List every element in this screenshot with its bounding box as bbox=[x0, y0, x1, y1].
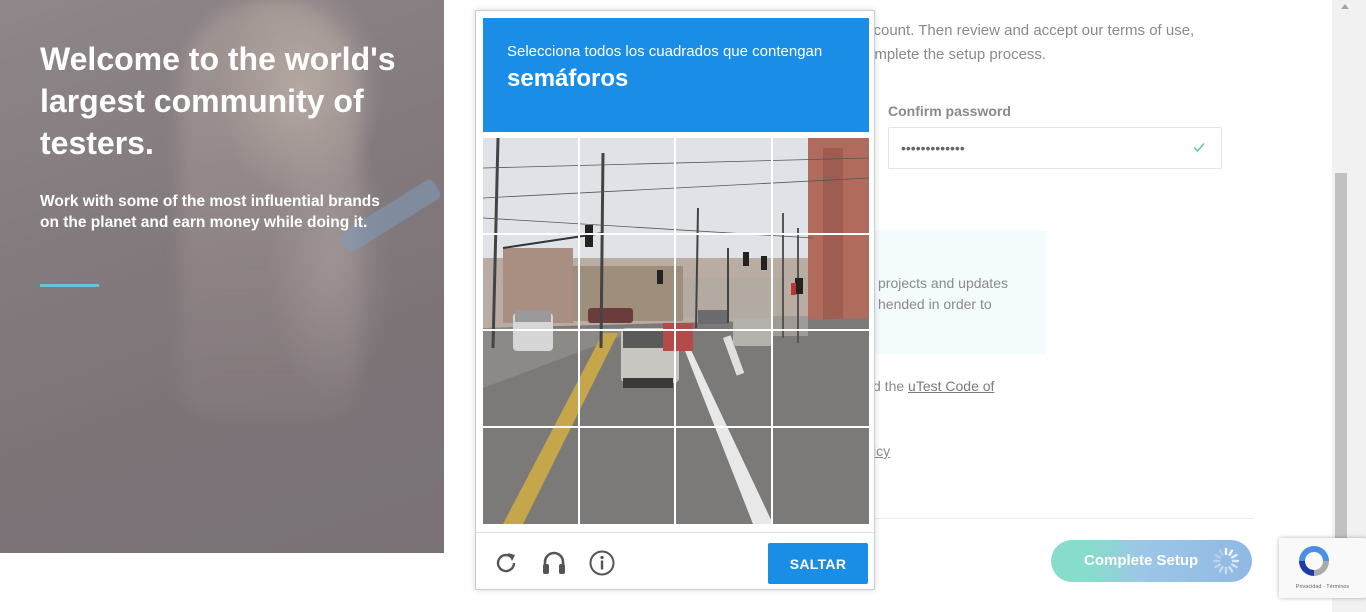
check-icon bbox=[1193, 143, 1205, 153]
captcha-tile[interactable] bbox=[772, 235, 869, 331]
recaptcha-logo-icon bbox=[1299, 546, 1329, 576]
form-intro-line: ccount. Then review and accept our terms… bbox=[866, 22, 1195, 39]
captcha-tile[interactable] bbox=[483, 427, 580, 524]
recaptcha-links[interactable]: Privacidad - Términos bbox=[1279, 584, 1366, 590]
code-prefix: d the bbox=[873, 378, 909, 394]
captcha-tile[interactable] bbox=[579, 138, 676, 235]
captcha-challenge: Selecciona todos los cuadrados que conte… bbox=[475, 10, 875, 590]
captcha-tile[interactable] bbox=[676, 138, 773, 235]
code-of-conduct-link[interactable]: uTest Code of bbox=[908, 378, 994, 394]
form-intro-line: omplete the setup process. bbox=[866, 46, 1047, 63]
form-intro-text: ccount. Then review and accept our terms… bbox=[866, 19, 1246, 67]
complete-setup-button[interactable]: Complete Setup bbox=[1051, 540, 1252, 582]
notice-line: projects and updates bbox=[878, 275, 1008, 291]
privacy-policy-link[interactable]: icy bbox=[873, 443, 890, 459]
recaptcha-badge[interactable]: Privacidad - Términos bbox=[1279, 538, 1366, 598]
confirm-password-value: ••••••••••••• bbox=[901, 140, 965, 156]
hero-accent-line bbox=[40, 284, 99, 287]
captcha-header: Selecciona todos los cuadrados que conte… bbox=[483, 18, 869, 132]
captcha-tile[interactable] bbox=[773, 428, 870, 525]
captcha-tile[interactable] bbox=[772, 331, 869, 428]
captcha-tile[interactable] bbox=[676, 331, 773, 428]
complete-setup-label: Complete Setup bbox=[1084, 552, 1199, 569]
skip-button[interactable]: SALTAR bbox=[768, 543, 868, 584]
captcha-target: semáforos bbox=[507, 65, 629, 92]
captcha-tile[interactable] bbox=[676, 427, 773, 524]
scrollbar-thumb[interactable] bbox=[1335, 173, 1347, 539]
info-icon[interactable] bbox=[588, 549, 616, 577]
captcha-tiles bbox=[483, 138, 869, 524]
captcha-tile[interactable] bbox=[579, 331, 676, 428]
audio-challenge-icon[interactable] bbox=[540, 549, 568, 577]
loading-spinner-icon bbox=[1212, 547, 1240, 575]
captcha-footer: SALTAR bbox=[476, 532, 874, 589]
notice-line: hended in order to bbox=[878, 296, 992, 312]
confirm-password-label: Confirm password bbox=[888, 103, 1011, 119]
captcha-tile[interactable] bbox=[676, 234, 773, 331]
code-of-conduct-text: d the uTest Code of bbox=[873, 378, 994, 394]
notice-text: projects and updates hended in order to bbox=[878, 273, 1038, 315]
captcha-tile[interactable] bbox=[483, 138, 580, 235]
hero-title: Welcome to the world's largest community… bbox=[40, 41, 396, 161]
captcha-instruction: Selecciona todos los cuadrados que conte… bbox=[507, 43, 823, 60]
captcha-tile[interactable] bbox=[483, 331, 580, 428]
confirm-password-field[interactable]: ••••••••••••• bbox=[888, 127, 1222, 169]
captcha-tile[interactable] bbox=[772, 138, 869, 235]
captcha-tile[interactable] bbox=[483, 234, 580, 331]
captcha-image-grid bbox=[483, 138, 869, 524]
captcha-tile[interactable] bbox=[579, 234, 676, 331]
hero-subtitle: Work with some of the most influential b… bbox=[40, 193, 380, 231]
reload-icon[interactable] bbox=[492, 549, 520, 577]
form-divider bbox=[866, 518, 1254, 519]
scroll-up-arrow-icon[interactable] bbox=[1341, 4, 1349, 9]
captcha-tile[interactable] bbox=[580, 427, 676, 524]
hero-panel: Welcome to the world's largest community… bbox=[0, 0, 444, 553]
